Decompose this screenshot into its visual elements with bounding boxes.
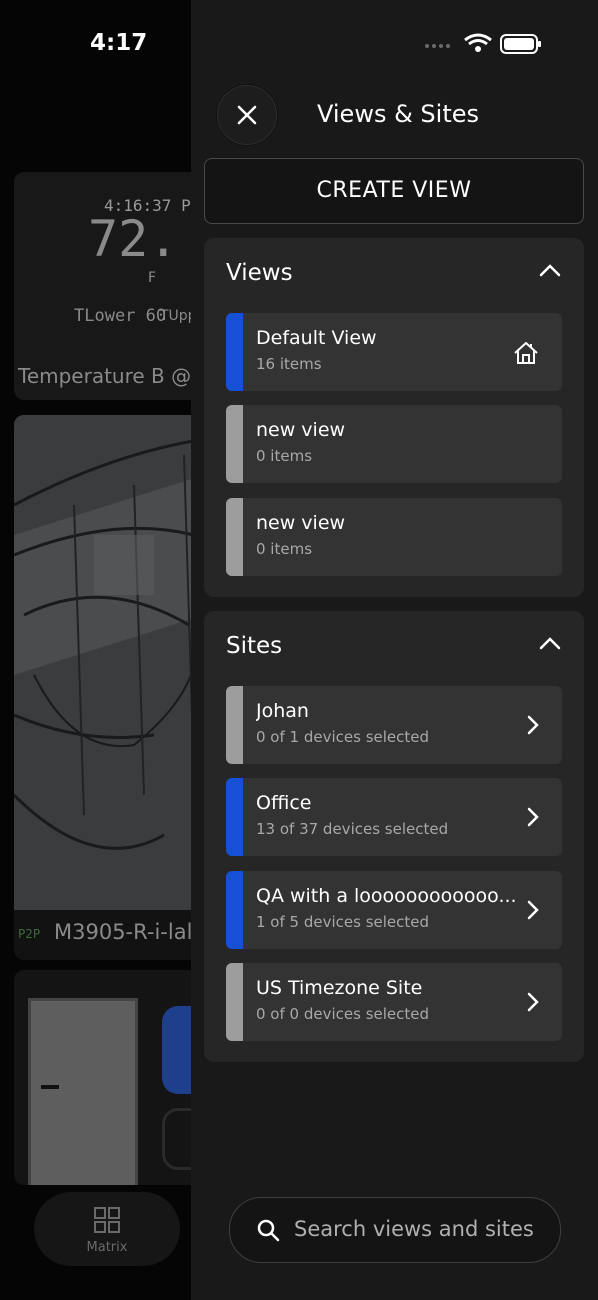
- chevron-right-icon: [527, 992, 539, 1012]
- door-handle: [41, 1085, 59, 1089]
- camera-tile[interactable]: P2P M3905-R-i-lal: [14, 415, 204, 960]
- status-time: 4:17: [90, 30, 148, 56]
- views-section: Views Default View 16 items new view 0 i…: [204, 238, 584, 597]
- site-indicator: [226, 686, 243, 764]
- temperature-tile[interactable]: 4:16:37 P 72. F TLower 60 TUpp Temperatu…: [14, 172, 204, 400]
- temperature-value: 72.: [88, 210, 179, 268]
- search-placeholder: Search views and sites: [294, 1217, 534, 1241]
- search-input[interactable]: Search views and sites: [229, 1197, 561, 1263]
- site-title: US Timezone Site: [256, 977, 423, 999]
- site-indicator: [226, 963, 243, 1041]
- site-title: Office: [256, 792, 312, 814]
- view-title: new view: [256, 419, 346, 441]
- site-item[interactable]: Office 13 of 37 devices selected: [226, 778, 562, 856]
- grid-icon: [94, 1207, 120, 1233]
- site-indicator: [226, 778, 243, 856]
- door-image: [28, 998, 138, 1185]
- sites-section: Sites Johan 0 of 1 devices selected Offi…: [204, 611, 584, 1062]
- view-title: new view: [256, 512, 346, 534]
- matrix-nav-button[interactable]: Matrix: [34, 1192, 180, 1266]
- drawer-title: Views & Sites: [317, 100, 480, 128]
- site-indicator: [226, 871, 243, 949]
- close-icon: [237, 105, 257, 125]
- temperature-tile-name: Temperature B @: [18, 364, 192, 388]
- sites-section-title: Sites: [226, 633, 283, 659]
- search-icon: [257, 1219, 280, 1242]
- views-sites-drawer: Views & Sites CREATE VIEW Views Default …: [191, 0, 598, 1300]
- site-title: Johan: [256, 700, 309, 722]
- create-view-button[interactable]: CREATE VIEW: [204, 158, 584, 224]
- view-item[interactable]: new view 0 items: [226, 405, 562, 483]
- close-button[interactable]: [217, 85, 277, 145]
- chevron-right-icon: [527, 900, 539, 920]
- view-title: Default View: [256, 327, 377, 349]
- camera-image: [14, 415, 204, 910]
- chevron-up-icon[interactable]: [538, 635, 562, 651]
- site-subtitle: 13 of 37 devices selected: [256, 820, 449, 838]
- view-subtitle: 16 items: [256, 355, 322, 373]
- temperature-lower-label: TLower 60: [74, 306, 167, 326]
- chevron-up-icon[interactable]: [538, 262, 562, 278]
- view-subtitle: 0 items: [256, 447, 313, 465]
- camera-tag: P2P: [18, 927, 41, 941]
- camera-name: M3905-R-i-lal: [54, 920, 193, 944]
- site-subtitle: 0 of 1 devices selected: [256, 728, 430, 746]
- status-icons: [425, 33, 541, 54]
- home-icon[interactable]: [512, 339, 540, 367]
- view-indicator: [226, 405, 243, 483]
- door-tile[interactable]: [14, 970, 204, 1185]
- chevron-right-icon: [527, 715, 539, 735]
- site-item[interactable]: Johan 0 of 1 devices selected: [226, 686, 562, 764]
- site-subtitle: 1 of 5 devices selected: [256, 913, 430, 931]
- matrix-label: Matrix: [86, 1240, 128, 1255]
- site-subtitle: 0 of 0 devices selected: [256, 1005, 430, 1023]
- temperature-unit: F: [148, 270, 157, 286]
- chevron-right-icon: [527, 807, 539, 827]
- view-indicator: [226, 313, 243, 391]
- views-section-title: Views: [226, 260, 293, 286]
- view-indicator: [226, 498, 243, 576]
- site-item[interactable]: US Timezone Site 0 of 0 devices selected: [226, 963, 562, 1041]
- view-item[interactable]: new view 0 items: [226, 498, 562, 576]
- view-item-default[interactable]: Default View 16 items: [226, 313, 562, 391]
- site-item[interactable]: QA with a loooooooooooo... 1 of 5 device…: [226, 871, 562, 949]
- view-subtitle: 0 items: [256, 540, 313, 558]
- site-title: QA with a loooooooooooo...: [256, 885, 517, 907]
